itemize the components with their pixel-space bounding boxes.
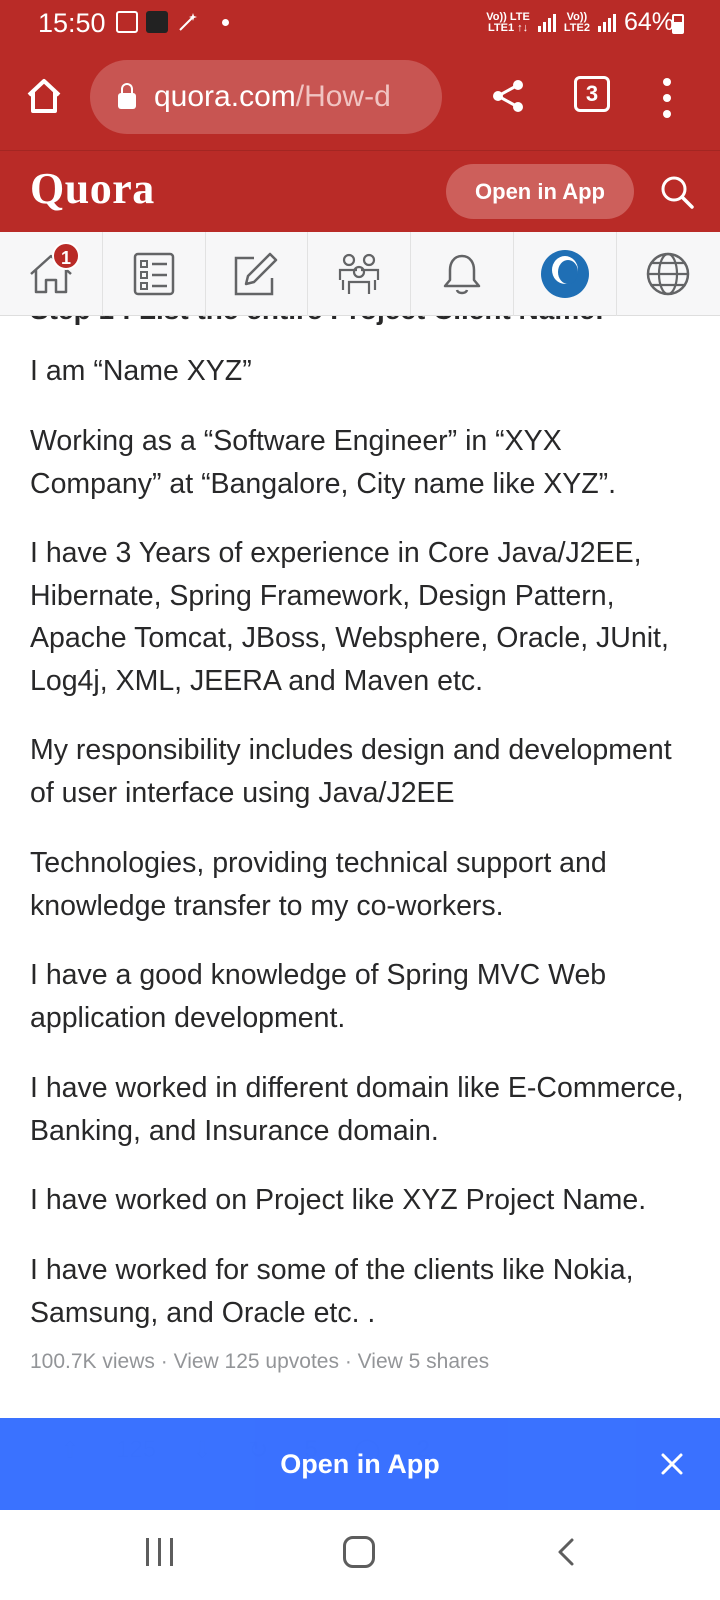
sim1-label: Vo)) LTE LTE1 ↑↓: [486, 10, 530, 34]
url-text[interactable]: quora.com/How-d: [154, 80, 434, 114]
notifications-icon: [443, 254, 481, 295]
answer-paragraph: I have 3 Years of experience in Core Jav…: [30, 537, 669, 697]
notification-badge: 1: [52, 242, 80, 270]
open-in-app-button[interactable]: Open in App: [446, 164, 634, 219]
home-icon[interactable]: [24, 76, 64, 116]
answer-paragraph: I have worked on Project like XYZ Projec…: [30, 1184, 647, 1216]
battery-percent: 64%: [623, 8, 674, 36]
nav-notifications[interactable]: [411, 232, 514, 316]
nav-answer[interactable]: [206, 232, 309, 316]
system-navigation-bar: [0, 1510, 720, 1600]
partially-visible-heading: Step 1 : List the entire Project Client …: [30, 316, 604, 326]
magic-wand-icon: [179, 13, 197, 31]
tab-switcher-button[interactable]: 3: [574, 76, 610, 112]
nav-spaces[interactable]: [308, 232, 412, 316]
calendar-notification-icon: [116, 11, 138, 33]
answer-paragraph: Technologies, providing technical suppor…: [30, 847, 607, 922]
answer-content: Step 1 : List the entire Project Client …: [0, 316, 720, 1416]
answer-paragraph: I have worked for some of the clients li…: [30, 1254, 634, 1329]
signal-bars-icon: [537, 13, 556, 32]
open-in-app-label[interactable]: Open in App: [0, 1418, 720, 1510]
write-icon: [235, 252, 278, 296]
language-globe-icon: [646, 252, 690, 296]
answer-paragraph: My responsibility includes design and de…: [30, 734, 672, 809]
views-count: 100.7K views: [30, 1350, 155, 1373]
nav-following[interactable]: [103, 232, 206, 316]
nav-profile[interactable]: [514, 232, 617, 316]
sim2-label: Vo)) LTE2: [563, 10, 590, 34]
recents-icon[interactable]: [146, 1538, 173, 1566]
lock-icon: [118, 83, 136, 109]
upvotes-link[interactable]: View 125 upvotes: [174, 1350, 339, 1373]
close-icon[interactable]: [656, 1448, 688, 1480]
back-icon[interactable]: [550, 1535, 584, 1569]
answer-list-icon: [133, 252, 174, 296]
status-right: Vo)) LTE LTE1 ↑↓ Vo)) LTE2 64%: [486, 8, 674, 37]
battery-icon: [672, 14, 684, 34]
quora-logo[interactable]: Quora: [30, 163, 155, 214]
answer-paragraph: I have worked in different domain like E…: [30, 1072, 684, 1147]
answer-paragraph: I have a good knowledge of Spring MVC We…: [30, 959, 607, 1034]
status-bar: 15:50 Vo)) LTE LTE1 ↑↓ Vo)) LTE2 64%: [0, 0, 720, 46]
answer-paragraph: Working as a “Software Engineer” in “XYX…: [30, 425, 617, 500]
search-icon[interactable]: [660, 175, 694, 209]
quora-nav-bar: 1: [0, 232, 720, 316]
home-button-icon[interactable]: [343, 1536, 375, 1568]
spaces-icon: [339, 253, 380, 294]
more-notifications-dot: [222, 18, 229, 26]
open-in-app-banner[interactable]: Open in App: [0, 1418, 720, 1510]
profile-avatar: [540, 250, 589, 298]
overflow-menu-icon[interactable]: [660, 78, 674, 118]
signal-bars-icon: [597, 13, 616, 32]
answer-stats: 100.7K views · View 125 upvotes · View 5…: [30, 1350, 490, 1373]
app-notification-icon: [146, 11, 168, 33]
address-bar[interactable]: quora.com/How-d: [90, 60, 442, 134]
quora-header: Quora Open in App: [0, 150, 720, 232]
nav-home[interactable]: 1: [0, 232, 103, 316]
status-notification-icons: [116, 10, 229, 34]
status-time: 15:50: [38, 8, 106, 38]
browser-toolbar: quora.com/How-d 3: [0, 46, 720, 150]
shares-link[interactable]: View 5 shares: [358, 1350, 490, 1373]
share-icon[interactable]: [490, 78, 526, 114]
answer-paragraph: I am “Name XYZ”: [30, 355, 252, 387]
nav-languages[interactable]: [617, 232, 720, 316]
